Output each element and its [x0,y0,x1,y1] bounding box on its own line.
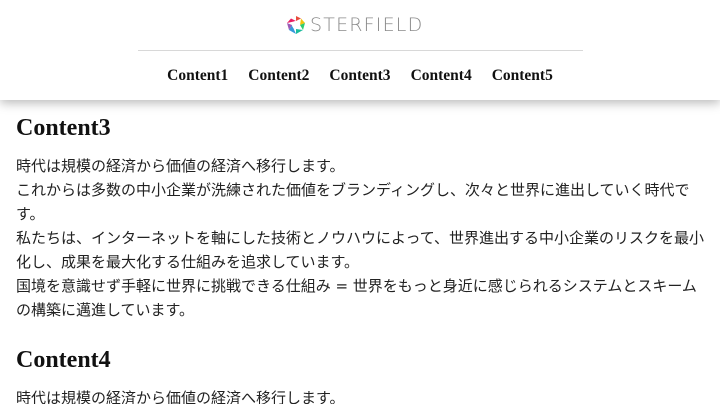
header-divider [138,50,583,51]
logo[interactable]: STERFIELD [286,13,423,37]
main-nav: Content1 Content2 Content3 Content4 Cont… [0,62,720,90]
section-content3: Content3 時代は規模の経済から価値の経済へ移行します。 これからは多数の… [16,112,706,322]
multicolor-ring-icon [287,16,305,34]
nav-link-content3[interactable]: Content3 [329,62,390,90]
nav-link-content4[interactable]: Content4 [411,62,472,90]
paragraph-line: これからは多数の中小企業が洗練された価値をブランディングし、次々と世界に進出して… [16,181,690,223]
paragraph-line: 時代は規模の経済から価値の経済へ移行します。 [16,389,345,404]
nav-link-content1[interactable]: Content1 [167,62,228,90]
logo-text: STERFIELD [310,14,424,36]
main-content: Content3 時代は規模の経済から価値の経済へ移行します。 これからは多数の… [16,112,706,404]
nav-link-content5[interactable]: Content5 [492,62,553,90]
paragraph-line: 私たちは、インターネットを軸にした技術とノウハウによって、世界進出する中小企業の… [16,229,705,271]
nav-link-content2[interactable]: Content2 [248,62,309,90]
section-heading: Content4 [16,347,111,373]
section-heading: Content3 [16,115,111,141]
paragraph-line: 国境を意識せず手軽に世界に挑戦できる仕組み = 世界をもっと身近に感じられるシス… [16,277,697,319]
section-content4: Content4 時代は規模の経済から価値の経済へ移行します。 [16,344,706,404]
site-header: STERFIELD Content1 Content2 Content3 Con… [0,0,720,100]
paragraph-line: 時代は規模の経済から価値の経済へ移行します。 [16,157,345,175]
